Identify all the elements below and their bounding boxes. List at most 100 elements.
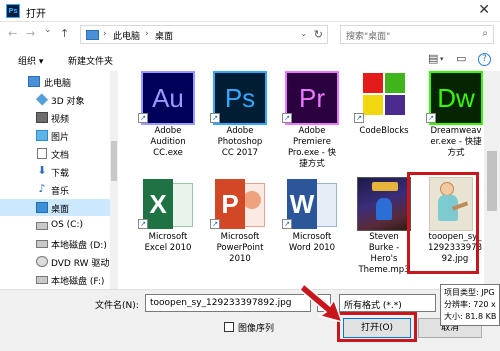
file-item-excel[interactable]: X ↗ Microsoft Excel 2010 <box>132 177 204 277</box>
up-arrow-icon[interactable]: ↑ <box>60 27 69 40</box>
this-pc-icon <box>86 30 99 40</box>
sidebar-item-label: DVD RW 驱动 <box>51 259 110 269</box>
file-name: CodeBlocks <box>359 126 409 136</box>
tooltip-type-line: 项目类型: JPG <box>444 288 495 297</box>
sidebar-item-label: OS (C:) <box>51 220 83 230</box>
close-icon[interactable]: ✕ <box>478 2 490 18</box>
filename-label: 文件名(N): <box>95 301 139 311</box>
sidebar-item-label: 图片 <box>51 133 70 143</box>
sidebar-item-videos[interactable]: 视频 <box>0 109 110 126</box>
sidebar-item-label: 下载 <box>51 169 70 179</box>
shortcut-arrow-icon: ↗ <box>210 219 220 229</box>
new-folder-button[interactable]: 新建文件夹 <box>68 54 113 67</box>
highlight-box-selected-file <box>407 172 479 274</box>
sidebar-item-pictures[interactable]: 图片 <box>0 127 110 144</box>
back-arrow-icon[interactable]: ← <box>8 27 17 40</box>
shortcut-arrow-icon: ↗ <box>282 113 292 123</box>
address-dropdown-icon[interactable]: ⌄ <box>300 29 307 38</box>
sidebar-item-label: 此电脑 <box>44 79 72 89</box>
drive-icon <box>36 276 48 284</box>
search-box[interactable]: 搜索"桌面" ⌕ <box>340 25 494 44</box>
recent-locations-chevron-icon[interactable]: ⌄ <box>44 25 52 35</box>
drive-icon <box>36 240 48 248</box>
sidebar-item-label: 音乐 <box>51 187 70 197</box>
sidebar-item-label: 视频 <box>51 115 70 125</box>
view-options-icon[interactable]: ▤ <box>428 52 438 65</box>
adobe-dreamweaver-icon: Dw <box>429 71 483 125</box>
tooltip-resolution-line: 分辨率: 720 x <box>444 300 496 309</box>
breadcrumb-desktop[interactable]: 桌面 <box>155 29 173 42</box>
sidebar-item-3d-objects[interactable]: 3D 对象 <box>0 91 110 108</box>
sidebar-item-music[interactable]: ♪ 音乐 <box>0 181 110 198</box>
file-name: Adobe Photoshop CC 2017 <box>217 126 263 158</box>
album-art-thumbnail <box>357 177 411 231</box>
dvd-icon <box>36 256 48 267</box>
file-dialog-footer: 文件名(N): tooopen_sy_129233397892.jpg ▾ 所有… <box>0 289 500 351</box>
sidebar-item-local-disk-d[interactable]: 本地磁盘 (D:) <box>0 235 110 252</box>
sidebar-item-label: 本地磁盘 (F:) <box>51 277 105 287</box>
video-icon <box>36 112 48 123</box>
file-name: Microsoft PowerPoint 2010 <box>216 232 264 264</box>
shortcut-arrow-icon: ↗ <box>138 113 148 123</box>
breadcrumb-this-pc[interactable]: 此电脑 <box>113 29 140 42</box>
navigation-pane-scrollbar[interactable] <box>110 71 118 289</box>
navigation-pane-scroll-thumb[interactable] <box>111 141 117 181</box>
desktop-icon <box>36 202 48 213</box>
sidebar-item-documents[interactable]: 文档 <box>0 145 110 162</box>
breadcrumb-separator-icon[interactable]: › <box>145 29 149 39</box>
sidebar-item-os-c[interactable]: OS (C:) <box>0 217 110 234</box>
filetype-select[interactable]: 所有格式 (*.*) <box>339 294 436 312</box>
highlight-box-open-button <box>337 312 417 342</box>
file-name: Adobe Premiere Pro.exe - 快捷方式 <box>287 126 337 169</box>
document-icon <box>37 148 47 159</box>
search-icon[interactable]: ⌕ <box>482 28 488 39</box>
search-placeholder: 搜索"桌面" <box>346 32 391 42</box>
download-icon: ⬇ <box>37 164 47 177</box>
preview-pane-icon[interactable]: ▭ <box>456 52 466 65</box>
shortcut-arrow-icon: ↗ <box>426 113 436 123</box>
file-item-word[interactable]: W ↗ Microsoft Word 2010 <box>276 177 348 277</box>
file-item-dreamweaver[interactable]: Dw ↗ Dreamweav er.exe - 快捷 方式 <box>420 71 490 171</box>
cube-icon <box>35 93 49 106</box>
sidebar-item-this-pc[interactable]: 此电脑 <box>0 73 110 90</box>
microsoft-powerpoint-icon: P <box>213 177 267 231</box>
breadcrumb-separator-icon[interactable]: › <box>103 29 107 39</box>
filename-input[interactable]: tooopen_sy_129233397892.jpg <box>145 294 311 312</box>
forward-arrow-icon[interactable]: → <box>26 27 35 40</box>
navigation-bar: ← → ⌄ ↑ › 此电脑 › 桌面 ⌄ ↻ 搜索"桌面" ⌕ <box>0 22 500 46</box>
shortcut-arrow-icon: ↗ <box>282 219 292 229</box>
sidebar-item-label: 文档 <box>51 151 70 161</box>
file-list-scrollbar[interactable] <box>484 71 500 289</box>
address-bar[interactable]: › 此电脑 › 桌面 ⌄ ↻ <box>80 25 328 44</box>
refresh-icon[interactable]: ↻ <box>314 28 323 41</box>
adobe-premiere-icon: Pr <box>285 71 339 125</box>
navigation-pane: 此电脑 3D 对象 视频 图片 文档 ⬇ 下载 ♪ 音乐 桌面 OS (C:) … <box>0 71 118 289</box>
file-list-scroll-thumb[interactable] <box>487 151 497 211</box>
image-sequence-label: 图像序列 <box>238 324 275 334</box>
file-name: Microsoft Excel 2010 <box>144 232 192 253</box>
sidebar-item-dvd-drive[interactable]: DVD RW 驱动 <box>0 253 110 270</box>
sidebar-item-local-disk-f[interactable]: 本地磁盘 (F:) <box>0 271 110 288</box>
photoshop-app-icon: Ps <box>6 4 20 18</box>
annotation-arrow-icon <box>300 282 344 324</box>
adobe-photoshop-icon: Ps <box>213 71 267 125</box>
view-dropdown-icon[interactable]: ▾ <box>440 55 444 63</box>
shortcut-arrow-icon: ↗ <box>210 113 220 123</box>
help-icon[interactable]: ? <box>478 53 491 66</box>
adobe-audition-icon: Au <box>141 71 195 125</box>
music-icon: ♪ <box>38 182 46 195</box>
sidebar-item-downloads[interactable]: ⬇ 下载 <box>0 163 110 180</box>
file-item-adobe-photoshop[interactable]: Ps ↗ Adobe Photoshop CC 2017 <box>204 71 276 171</box>
window-title: 打开 <box>26 9 46 20</box>
file-item-adobe-audition[interactable]: Au ↗ Adobe Audition CC.exe <box>132 71 204 171</box>
shortcut-arrow-icon: ↗ <box>138 219 148 229</box>
file-name: Microsoft Word 2010 <box>288 232 336 253</box>
image-sequence-checkbox[interactable] <box>224 322 234 332</box>
organize-menu[interactable]: 组织 ▾ <box>18 54 43 67</box>
sidebar-item-desktop[interactable]: 桌面 <box>0 199 110 216</box>
file-item-powerpoint[interactable]: P ↗ Microsoft PowerPoint 2010 <box>204 177 276 277</box>
shortcut-arrow-icon: ↗ <box>354 113 364 123</box>
file-item-adobe-premiere[interactable]: Pr ↗ Adobe Premiere Pro.exe - 快捷方式 <box>276 71 348 171</box>
file-item-codeblocks[interactable]: ↗ CodeBlocks <box>348 71 420 171</box>
sidebar-item-label: 本地磁盘 (D:) <box>51 241 107 251</box>
